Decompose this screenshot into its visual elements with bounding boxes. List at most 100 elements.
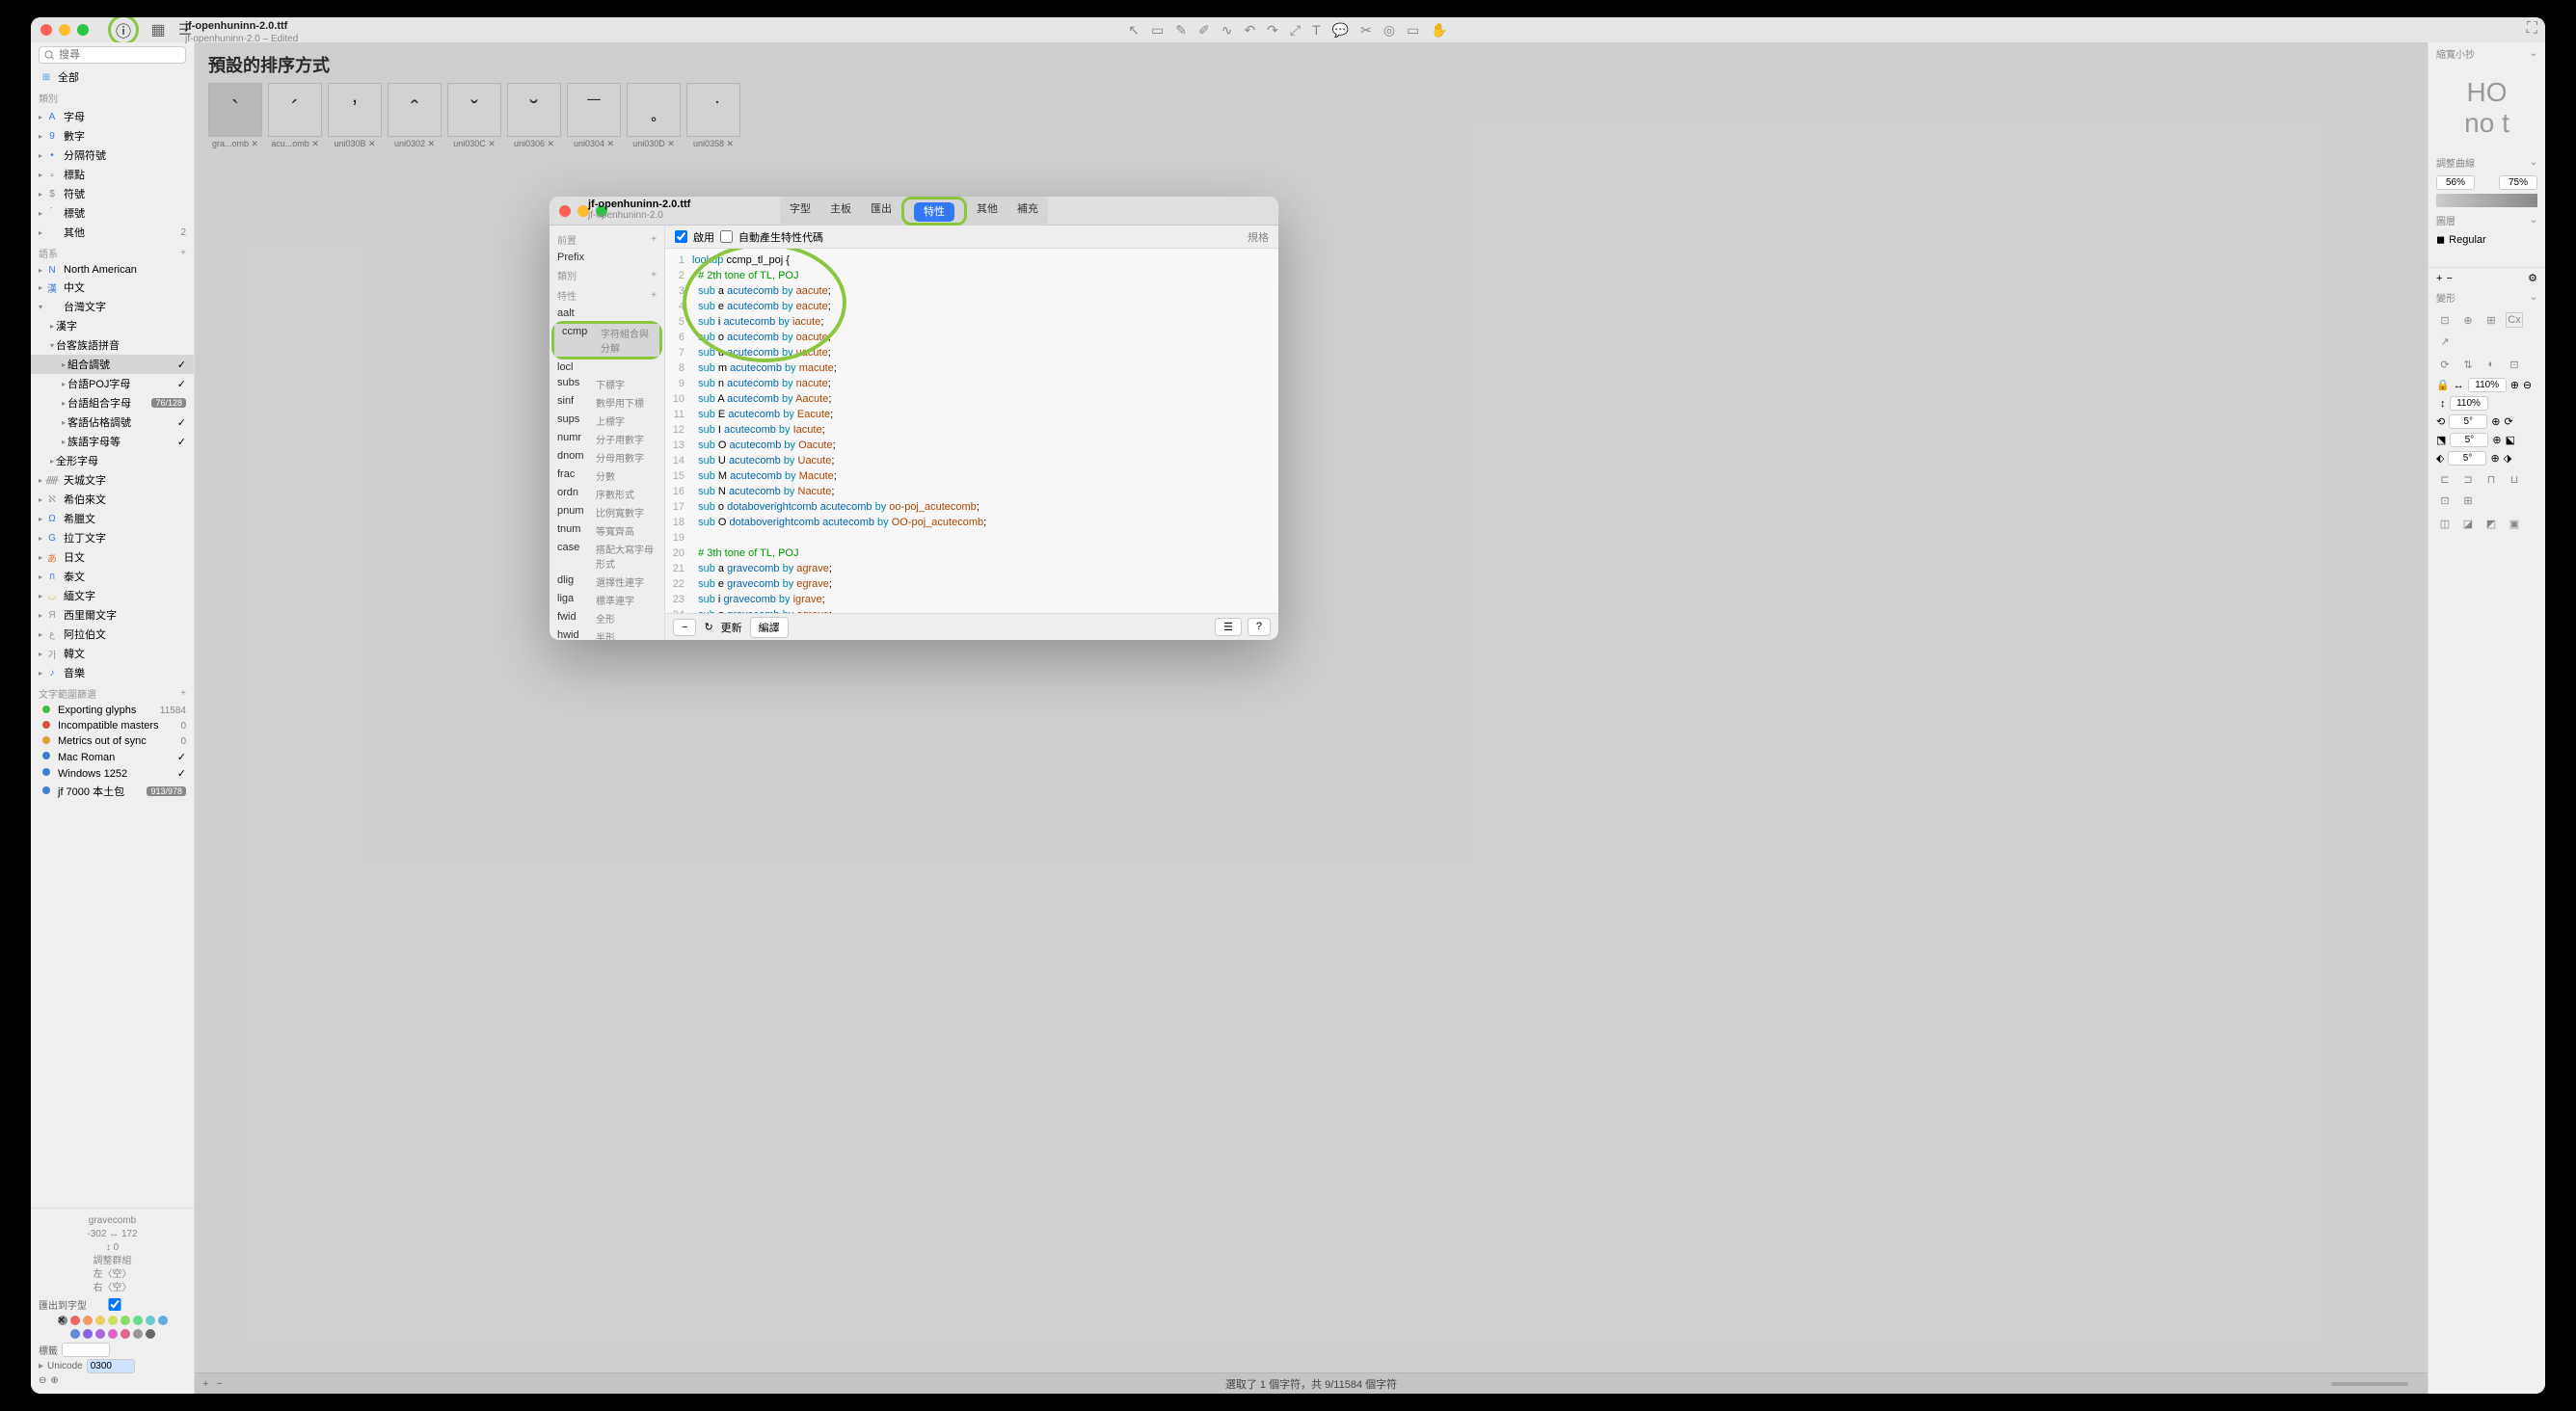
feature-case[interactable]: case搭配大寫字母形式: [550, 540, 664, 572]
lang-item[interactable]: ▸ع阿拉伯文: [31, 625, 194, 644]
curve-input-1[interactable]: [2436, 175, 2475, 190]
align-row[interactable]: ⊏⊐⊓⊔⊡⊞: [2428, 467, 2545, 512]
glyph-cell[interactable]: ͘uni0358 ✕: [686, 83, 740, 149]
redo-icon[interactable]: ↷: [1267, 22, 1278, 39]
rect-tool-icon[interactable]: ▭: [1151, 22, 1164, 39]
curve-slider[interactable]: [2436, 194, 2537, 207]
plus-icon[interactable]: ⊕: [50, 1375, 58, 1386]
glyph-cell[interactable]: ˆuni0302 ✕: [388, 83, 442, 149]
lang-item[interactable]: ▸◡緬文字: [31, 586, 194, 605]
tab-字型[interactable]: 字型: [780, 197, 820, 226]
traffic-lights[interactable]: [40, 24, 89, 36]
zoom-slider[interactable]: [2331, 1382, 2408, 1386]
annotate-tool-icon[interactable]: 💬: [1332, 22, 1349, 39]
feature-sinf[interactable]: sinf數學用下標: [550, 393, 664, 412]
feature-hwid[interactable]: hwid半形: [550, 627, 664, 640]
compile-button[interactable]: 編譯: [750, 617, 789, 638]
category-item[interactable]: ▸́標號: [31, 203, 194, 223]
unicode-input[interactable]: [87, 1359, 135, 1373]
plus-icon[interactable]: +: [651, 290, 657, 301]
plus-icon[interactable]: +: [651, 234, 657, 245]
feature-code[interactable]: 1lookup ccmp_tl_poj {2 # 2th tone of TL,…: [665, 249, 1278, 613]
grid-icon[interactable]: ▦: [150, 22, 166, 38]
color-palette[interactable]: ✕: [39, 1316, 186, 1325]
lang-item[interactable]: ▾台灣文字: [31, 297, 194, 316]
lang-item[interactable]: ▸NNorth American: [31, 262, 194, 278]
feature-pnum[interactable]: pnum比例寬數字: [550, 503, 664, 521]
minus-icon[interactable]: −: [2446, 273, 2452, 284]
zoom-icon[interactable]: [77, 24, 89, 36]
minus-icon[interactable]: ⊖: [39, 1375, 46, 1386]
spec-link[interactable]: 規格: [1248, 229, 1269, 245]
font-info-button[interactable]: ⓘ: [108, 17, 139, 45]
glyph-cell[interactable]: ˇuni030C ✕: [447, 83, 501, 149]
list-icon[interactable]: ☰: [1215, 618, 1242, 636]
glyph-cell[interactable]: ˘uni0306 ✕: [507, 83, 561, 149]
panel-tabs[interactable]: 字型主板匯出特性其他補充: [780, 197, 1048, 226]
feature-tnum[interactable]: tnum等寬齊高: [550, 521, 664, 540]
filter-item[interactable]: Windows 1252✓: [31, 765, 194, 782]
category-item[interactable]: ▸A字母: [31, 107, 194, 126]
prefix-item[interactable]: Prefix: [550, 250, 664, 265]
help-icon[interactable]: ?: [1248, 618, 1271, 636]
minimize-icon[interactable]: [59, 24, 70, 36]
lang-item[interactable]: ▸台語組合字母76/128: [31, 393, 194, 413]
category-item[interactable]: ▸9數字: [31, 126, 194, 146]
category-item[interactable]: ▸•分隔符號: [31, 146, 194, 165]
plus-icon[interactable]: +: [2436, 273, 2442, 284]
arrow-tool-icon[interactable]: ↖: [1128, 22, 1140, 39]
feature-frac[interactable]: frac分數: [550, 466, 664, 485]
lang-item[interactable]: ▸あ日文: [31, 547, 194, 567]
lang-item[interactable]: ▸ℵ希伯來文: [31, 490, 194, 509]
curve-input-2[interactable]: [2499, 175, 2537, 190]
update-button[interactable]: 更新: [721, 620, 742, 635]
autogen-checkbox[interactable]: [720, 230, 733, 243]
lang-item[interactable]: ▸가韓文: [31, 644, 194, 663]
filter-item[interactable]: Incompatible masters0: [31, 718, 194, 733]
glyph-cell[interactable]: ʼuni030B ✕: [328, 83, 382, 149]
feature-ccmp[interactable]: ccmp字符組合與分解: [554, 324, 659, 357]
tab-其他[interactable]: 其他: [967, 197, 1007, 226]
lock-icon[interactable]: 🔒: [2436, 379, 2450, 391]
glyph-cell[interactable]: `gra...omb ✕: [208, 83, 262, 149]
image-tool-icon[interactable]: ▭: [1407, 22, 1419, 39]
feature-fwid[interactable]: fwid全形: [550, 609, 664, 627]
text-tool-icon[interactable]: T: [1312, 22, 1321, 39]
feature-subs[interactable]: subs下標字: [550, 375, 664, 393]
filter-item[interactable]: Mac Roman✓: [31, 749, 194, 765]
feature-sups[interactable]: sups上標字: [550, 412, 664, 430]
plus-icon[interactable]: +: [180, 248, 186, 258]
glyph-cell[interactable]: ´acu...omb ✕: [268, 83, 322, 149]
enable-checkbox[interactable]: [675, 230, 687, 243]
feature-ordn[interactable]: ordn序數形式: [550, 485, 664, 503]
feature-numr[interactable]: numr分子用數字: [550, 430, 664, 448]
plus-icon[interactable]: +: [180, 688, 186, 699]
glyph-cell[interactable]: ˳uni030D ✕: [627, 83, 681, 149]
lang-item[interactable]: ▾台客族語拼音: [31, 335, 194, 355]
measure-tool-icon[interactable]: ◎: [1383, 22, 1395, 39]
lang-item[interactable]: ▸客語佔格調號✓: [31, 413, 194, 432]
tab-主板[interactable]: 主板: [820, 197, 861, 226]
knife-tool-icon[interactable]: ✂: [1360, 22, 1372, 39]
lang-item[interactable]: ▸組合調號✓: [31, 355, 194, 374]
lang-item[interactable]: ▸♪音樂: [31, 663, 194, 682]
refresh-icon[interactable]: ↻: [704, 621, 712, 633]
lang-item[interactable]: ▸族語字母等✓: [31, 432, 194, 451]
glyph-cell[interactable]: ¯uni0304 ✕: [567, 83, 621, 149]
close-icon[interactable]: [559, 205, 571, 217]
lang-item[interactable]: ▸ᚏ天城文字: [31, 470, 194, 490]
undo-icon[interactable]: ↶: [1244, 22, 1255, 39]
category-item[interactable]: ▸其他2: [31, 223, 194, 242]
search-field[interactable]: [39, 46, 186, 64]
category-item[interactable]: ▸⸚標點: [31, 165, 194, 184]
curve-tool-icon[interactable]: ∿: [1221, 22, 1233, 39]
bool-row[interactable]: ◫◪◩▣: [2428, 512, 2545, 535]
lang-item[interactable]: ▸台語POJ字母✓: [31, 374, 194, 393]
lang-item[interactable]: ▸ก泰文: [31, 567, 194, 586]
close-icon[interactable]: [40, 24, 52, 36]
transform-anchors[interactable]: ⊡⊕⊞Cx↗: [2428, 308, 2545, 353]
lang-item[interactable]: ▸漢中文: [31, 278, 194, 297]
layer-item[interactable]: ◼ Regular: [2428, 231, 2545, 248]
lang-item[interactable]: ▸漢字: [31, 316, 194, 335]
lang-item[interactable]: ▸Я西里爾文字: [31, 605, 194, 625]
